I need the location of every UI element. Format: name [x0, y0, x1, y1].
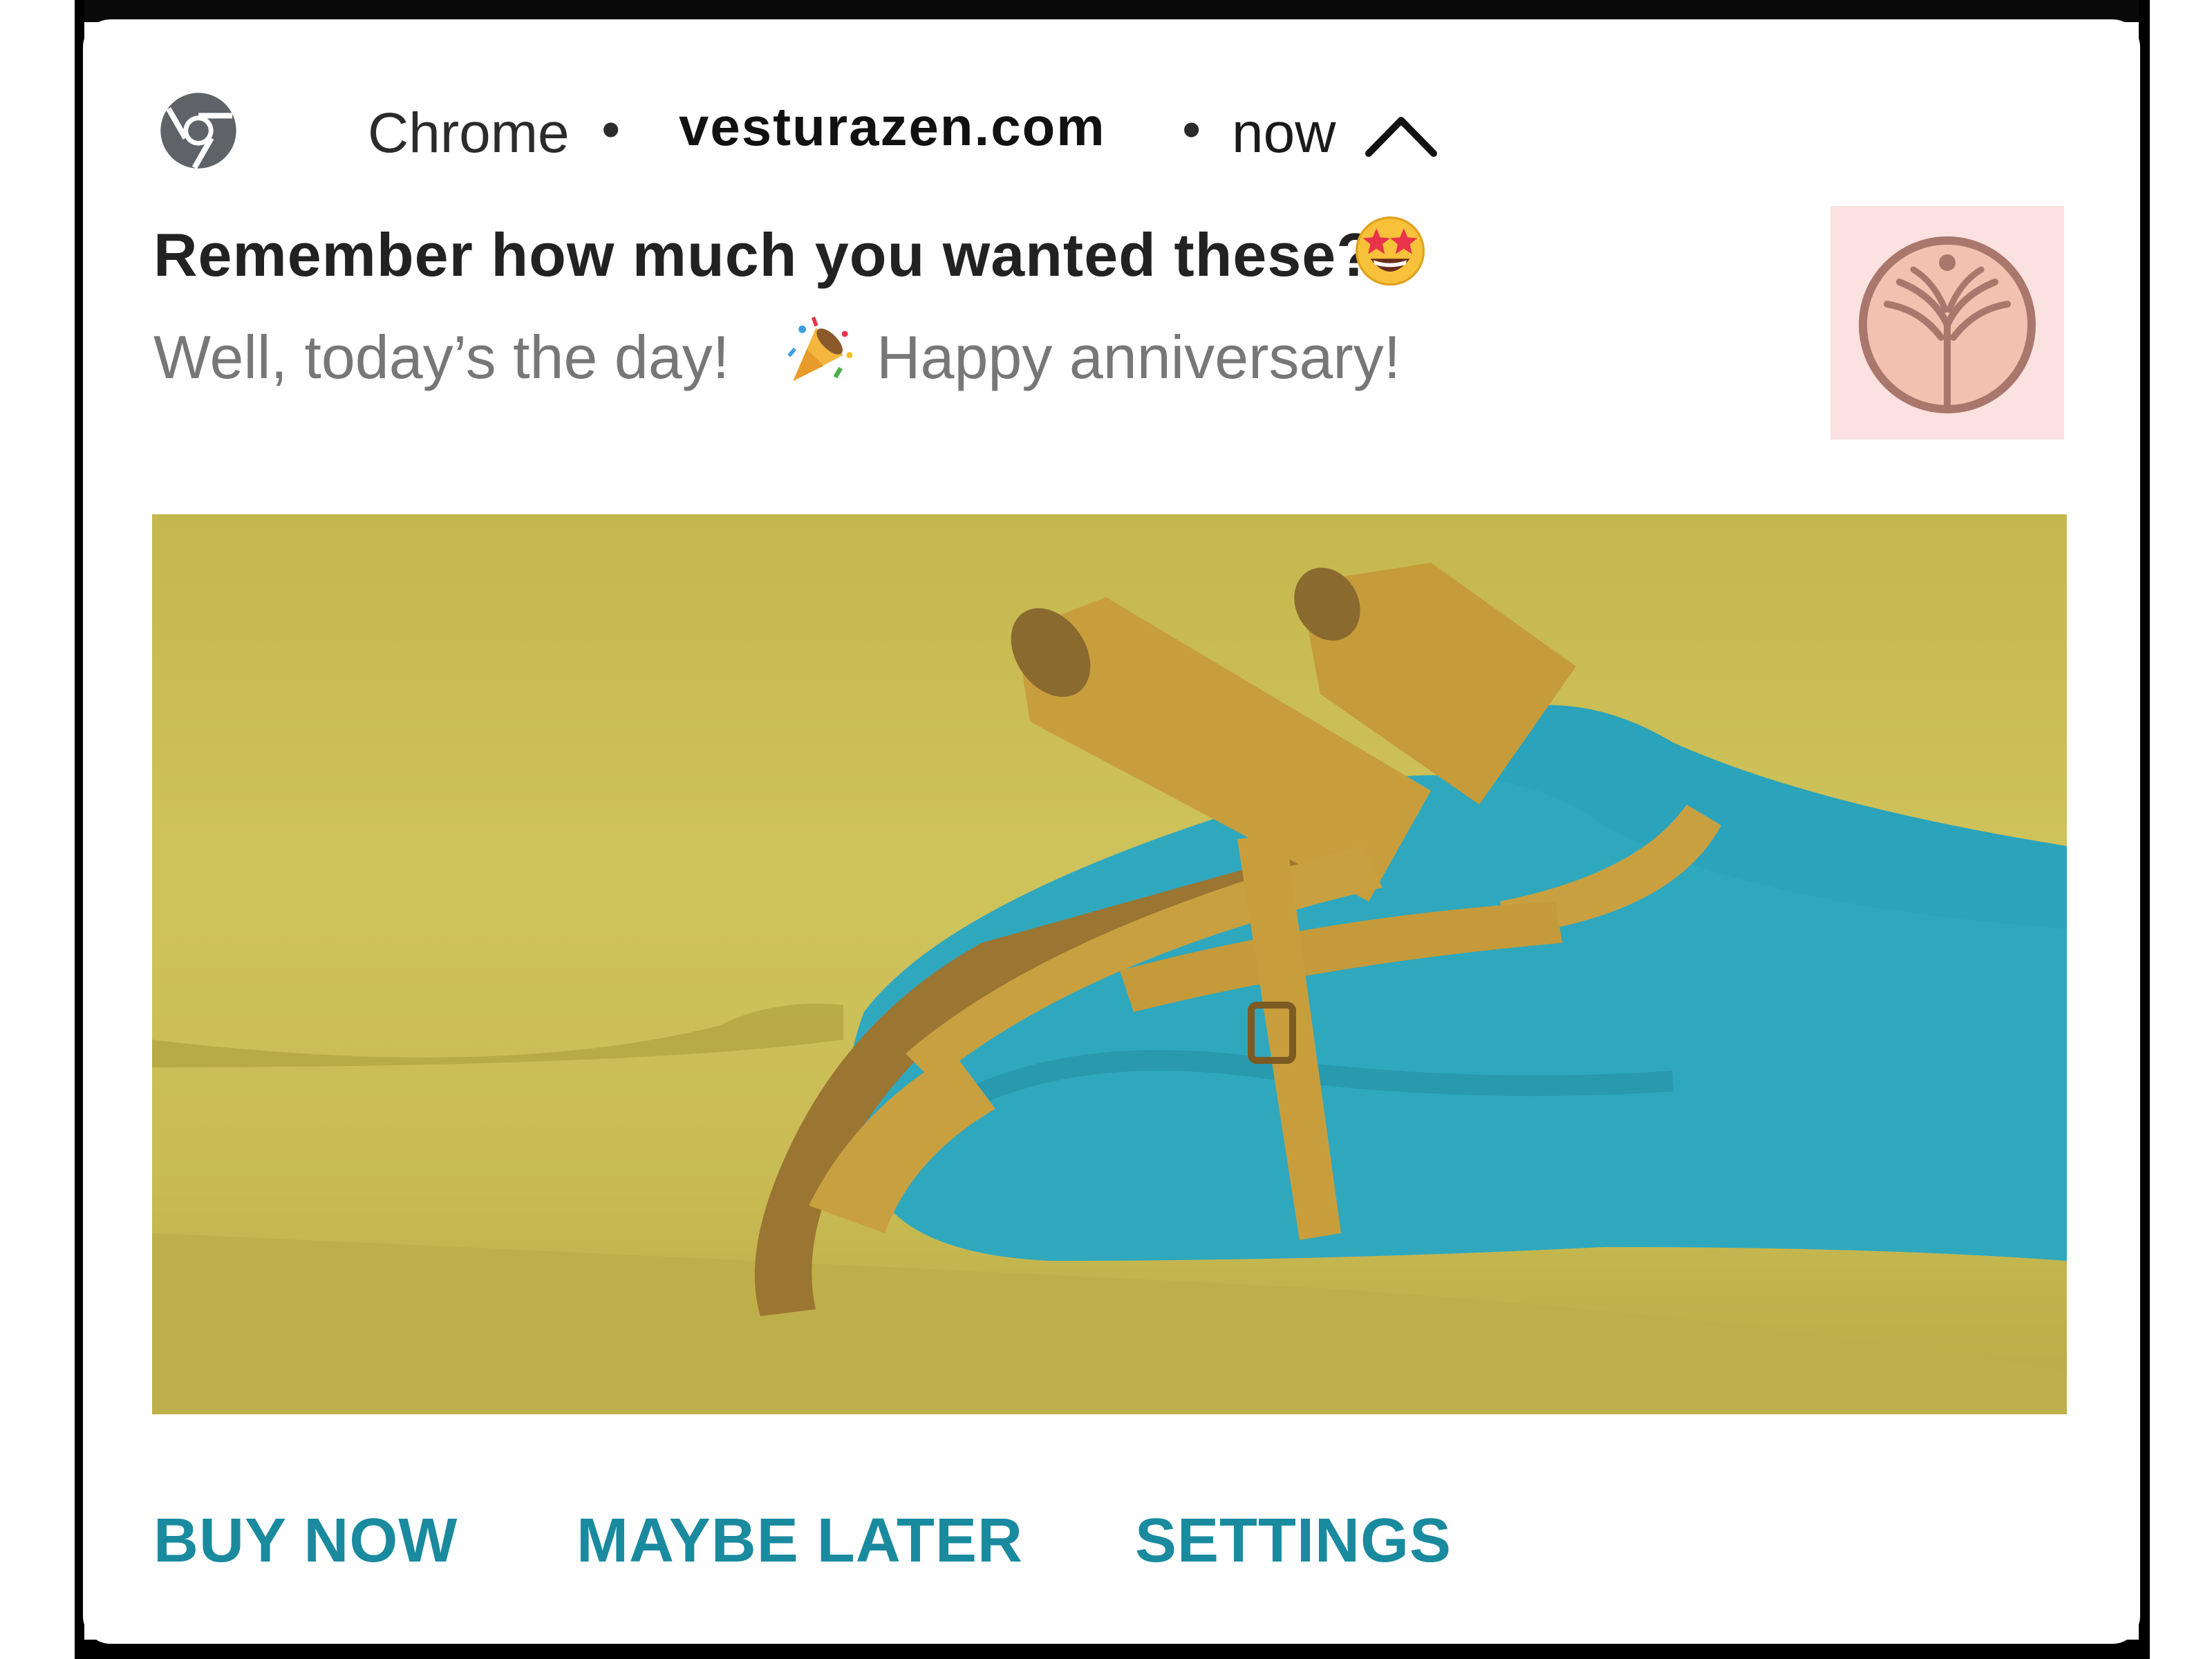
brand-logo	[1830, 206, 2064, 440]
header-separator: •	[601, 99, 621, 160]
party-popper-emoji	[787, 317, 853, 382]
chrome-icon	[160, 93, 236, 169]
settings-button[interactable]: SETTINGS	[1135, 1506, 1452, 1577]
site-domain: vesturazen.com	[679, 96, 1106, 157]
notification-subtitle: Well, today’s the day!	[153, 323, 730, 391]
screen: Chrome • vesturazen.com • now Remember h…	[0, 0, 2212, 1659]
notification-time: now	[1232, 102, 1336, 165]
sandals-photo	[152, 563, 2067, 1414]
notification-actions: BUY NOW MAYBE LATER SETTINGS	[153, 1506, 1674, 1582]
notification-title: Remember how much you wanted these?	[153, 221, 1374, 289]
notification-subtitle-continued: Happy anniversary!	[877, 323, 1401, 391]
maybe-later-button[interactable]: MAYBE LATER	[577, 1506, 1023, 1577]
buy-now-button[interactable]: BUY NOW	[153, 1506, 458, 1577]
device-bezel-right	[2139, 0, 2150, 1659]
star-struck-emoji	[1355, 216, 1425, 286]
header-separator: •	[1182, 99, 1201, 160]
tree-logo-icon	[1859, 236, 2036, 413]
notification-header: Chrome • vesturazen.com • now	[159, 88, 1541, 171]
app-name: Chrome	[368, 102, 570, 165]
chevron-up-icon[interactable]	[1363, 111, 1439, 159]
notification-card[interactable]: Chrome • vesturazen.com • now Remember h…	[83, 19, 2140, 1644]
hero-image[interactable]	[152, 514, 2067, 1414]
